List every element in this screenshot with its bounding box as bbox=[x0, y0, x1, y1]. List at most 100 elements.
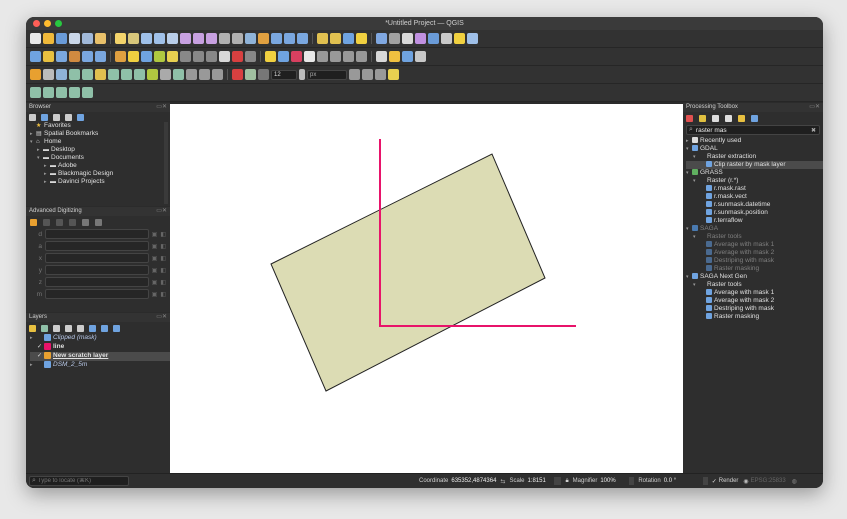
advanced-digitizing-icon[interactable] bbox=[30, 69, 41, 80]
processing-item[interactable]: ▾ GRASS bbox=[686, 169, 823, 177]
save-project-icon[interactable] bbox=[56, 33, 67, 44]
scale-value[interactable]: 1:8151 bbox=[527, 478, 551, 484]
processing-item[interactable]: Raster masking bbox=[686, 313, 823, 321]
rotation-stepper-icon[interactable] bbox=[702, 477, 708, 485]
relative-icon[interactable]: ◧ bbox=[160, 291, 166, 298]
print-layout-icon[interactable] bbox=[69, 33, 80, 44]
manage-map-themes-icon[interactable] bbox=[53, 324, 60, 332]
redo-icon[interactable] bbox=[245, 51, 256, 62]
lock-icon[interactable]: ▣ bbox=[152, 231, 158, 238]
statistics-icon[interactable] bbox=[389, 33, 400, 44]
select-by-expression-icon[interactable] bbox=[356, 33, 367, 44]
toggle-extents-icon[interactable]: ⇆ bbox=[500, 478, 505, 485]
measure-icon[interactable] bbox=[376, 33, 387, 44]
new-scratch-layer-icon[interactable] bbox=[69, 51, 80, 62]
processing-item[interactable]: Raster masking bbox=[686, 265, 823, 273]
expand-arrow-icon[interactable]: ▸ bbox=[30, 334, 37, 342]
history-icon[interactable] bbox=[712, 114, 719, 122]
move-diagram-icon[interactable] bbox=[356, 51, 367, 62]
processing-item[interactable]: r.sunmask.datetime bbox=[686, 201, 823, 209]
add-rectangle-icon[interactable] bbox=[56, 87, 67, 98]
processing-item[interactable]: r.sunmask.position bbox=[686, 209, 823, 217]
layer-visibility-checkbox[interactable]: ✓ bbox=[37, 343, 44, 351]
font-size-input[interactable]: 12 bbox=[271, 69, 297, 80]
coordinate-value[interactable]: 635352,4874364 bbox=[451, 478, 496, 484]
highlight-labels-icon[interactable] bbox=[291, 51, 302, 62]
processing-item[interactable]: ▸ Recently used bbox=[686, 137, 823, 145]
style-layer-icon[interactable] bbox=[29, 324, 36, 332]
processing-item[interactable]: Average with mask 2 bbox=[686, 249, 823, 257]
copy-features-icon[interactable] bbox=[206, 51, 217, 62]
locator-bar[interactable]: ⌕ bbox=[29, 476, 129, 486]
rotation-value[interactable]: 0.0 ° bbox=[664, 478, 700, 484]
undo-icon[interactable] bbox=[232, 51, 243, 62]
add-circular-string-icon[interactable] bbox=[43, 69, 54, 80]
collapse-all-icon[interactable] bbox=[65, 113, 72, 121]
cut-icon[interactable] bbox=[375, 69, 386, 80]
lock-icon[interactable]: ▣ bbox=[152, 279, 158, 286]
processing-item[interactable]: Clip raster by mask layer bbox=[686, 161, 823, 169]
digitizing-field-input[interactable] bbox=[45, 289, 149, 299]
lock-icon[interactable]: ▣ bbox=[152, 291, 158, 298]
panel-float-close-icon[interactable]: ▭✕ bbox=[156, 103, 167, 112]
browser-item[interactable]: ▸ ▬ Blackmagic Design bbox=[30, 170, 170, 178]
expand-all-icon[interactable] bbox=[89, 324, 96, 332]
render-checkbox-icon[interactable]: ✓ bbox=[712, 478, 717, 485]
floater-icon[interactable] bbox=[95, 218, 102, 226]
current-edits-icon[interactable] bbox=[115, 51, 126, 62]
search-tool-icon[interactable] bbox=[467, 33, 478, 44]
delete-ring-icon[interactable] bbox=[147, 69, 158, 80]
processing-item[interactable]: Average with mask 1 bbox=[686, 241, 823, 249]
show-hide-labels-icon[interactable] bbox=[343, 51, 354, 62]
panel-float-close-icon[interactable]: ▭✕ bbox=[156, 313, 167, 322]
close-window-button[interactable] bbox=[33, 20, 40, 27]
filter-icon[interactable] bbox=[53, 113, 60, 121]
crs-value[interactable]: EPSG:25833 bbox=[751, 478, 786, 484]
add-regular-polygon-icon[interactable] bbox=[69, 87, 80, 98]
digitizing-field-input[interactable] bbox=[45, 253, 149, 263]
label-toolbar-icon[interactable] bbox=[265, 51, 276, 62]
zoom-out-icon[interactable] bbox=[154, 33, 165, 44]
font-unit-select[interactable]: px bbox=[307, 69, 347, 80]
map-canvas[interactable] bbox=[170, 104, 683, 473]
add-ring-icon[interactable] bbox=[108, 69, 119, 80]
processing-search-input[interactable]: raster mas bbox=[696, 127, 727, 134]
paste-features-icon[interactable] bbox=[219, 51, 230, 62]
processing-item[interactable]: ▾ Raster tools bbox=[686, 281, 823, 289]
new-virtual-layer-icon[interactable] bbox=[82, 51, 93, 62]
locator-input[interactable] bbox=[37, 478, 118, 484]
filter-legend-icon[interactable] bbox=[65, 324, 72, 332]
scripts-icon[interactable] bbox=[699, 114, 706, 122]
clear-search-icon[interactable]: ✖ bbox=[811, 127, 816, 134]
move-label-icon[interactable] bbox=[304, 51, 315, 62]
snapping-icon[interactable] bbox=[258, 69, 269, 80]
panel-float-close-icon[interactable]: ▭✕ bbox=[809, 103, 820, 112]
vertex-tool-icon[interactable] bbox=[167, 51, 178, 62]
rotate-feature-icon[interactable] bbox=[82, 69, 93, 80]
browser-item[interactable]: ▸ ▤ Spatial Bookmarks bbox=[30, 130, 170, 138]
refresh-icon[interactable] bbox=[297, 33, 308, 44]
db-manager-icon[interactable] bbox=[402, 51, 413, 62]
python-console-icon[interactable] bbox=[376, 51, 387, 62]
expression-filter-icon[interactable] bbox=[77, 324, 84, 332]
deselect-icon[interactable] bbox=[343, 33, 354, 44]
label-tool-icon[interactable] bbox=[441, 33, 452, 44]
processing-item[interactable]: r.terraflow bbox=[686, 217, 823, 225]
zoom-full-icon[interactable] bbox=[167, 33, 178, 44]
relative-icon[interactable]: ◧ bbox=[160, 279, 166, 286]
layer-item[interactable]: ▸ DSM_2_5m bbox=[30, 361, 170, 370]
clear-icon[interactable] bbox=[299, 69, 305, 80]
new-geopackage-icon[interactable] bbox=[43, 51, 54, 62]
minimize-window-button[interactable] bbox=[44, 20, 51, 27]
open-project-icon[interactable] bbox=[43, 33, 54, 44]
browser-scrollbar[interactable] bbox=[164, 122, 168, 204]
magnifier-value[interactable]: 100% bbox=[600, 478, 626, 484]
processing-item[interactable]: ▾ SAGA Next Gen bbox=[686, 273, 823, 281]
zoom-last-icon[interactable] bbox=[219, 33, 230, 44]
processing-item[interactable]: ▾ Raster (r.*) bbox=[686, 177, 823, 185]
trim-extend-icon[interactable] bbox=[212, 69, 223, 80]
properties-icon[interactable] bbox=[77, 113, 84, 121]
refresh-icon[interactable] bbox=[41, 113, 48, 121]
crs-globe-icon[interactable]: ◉ bbox=[743, 478, 748, 485]
style-manager-icon[interactable] bbox=[95, 33, 106, 44]
